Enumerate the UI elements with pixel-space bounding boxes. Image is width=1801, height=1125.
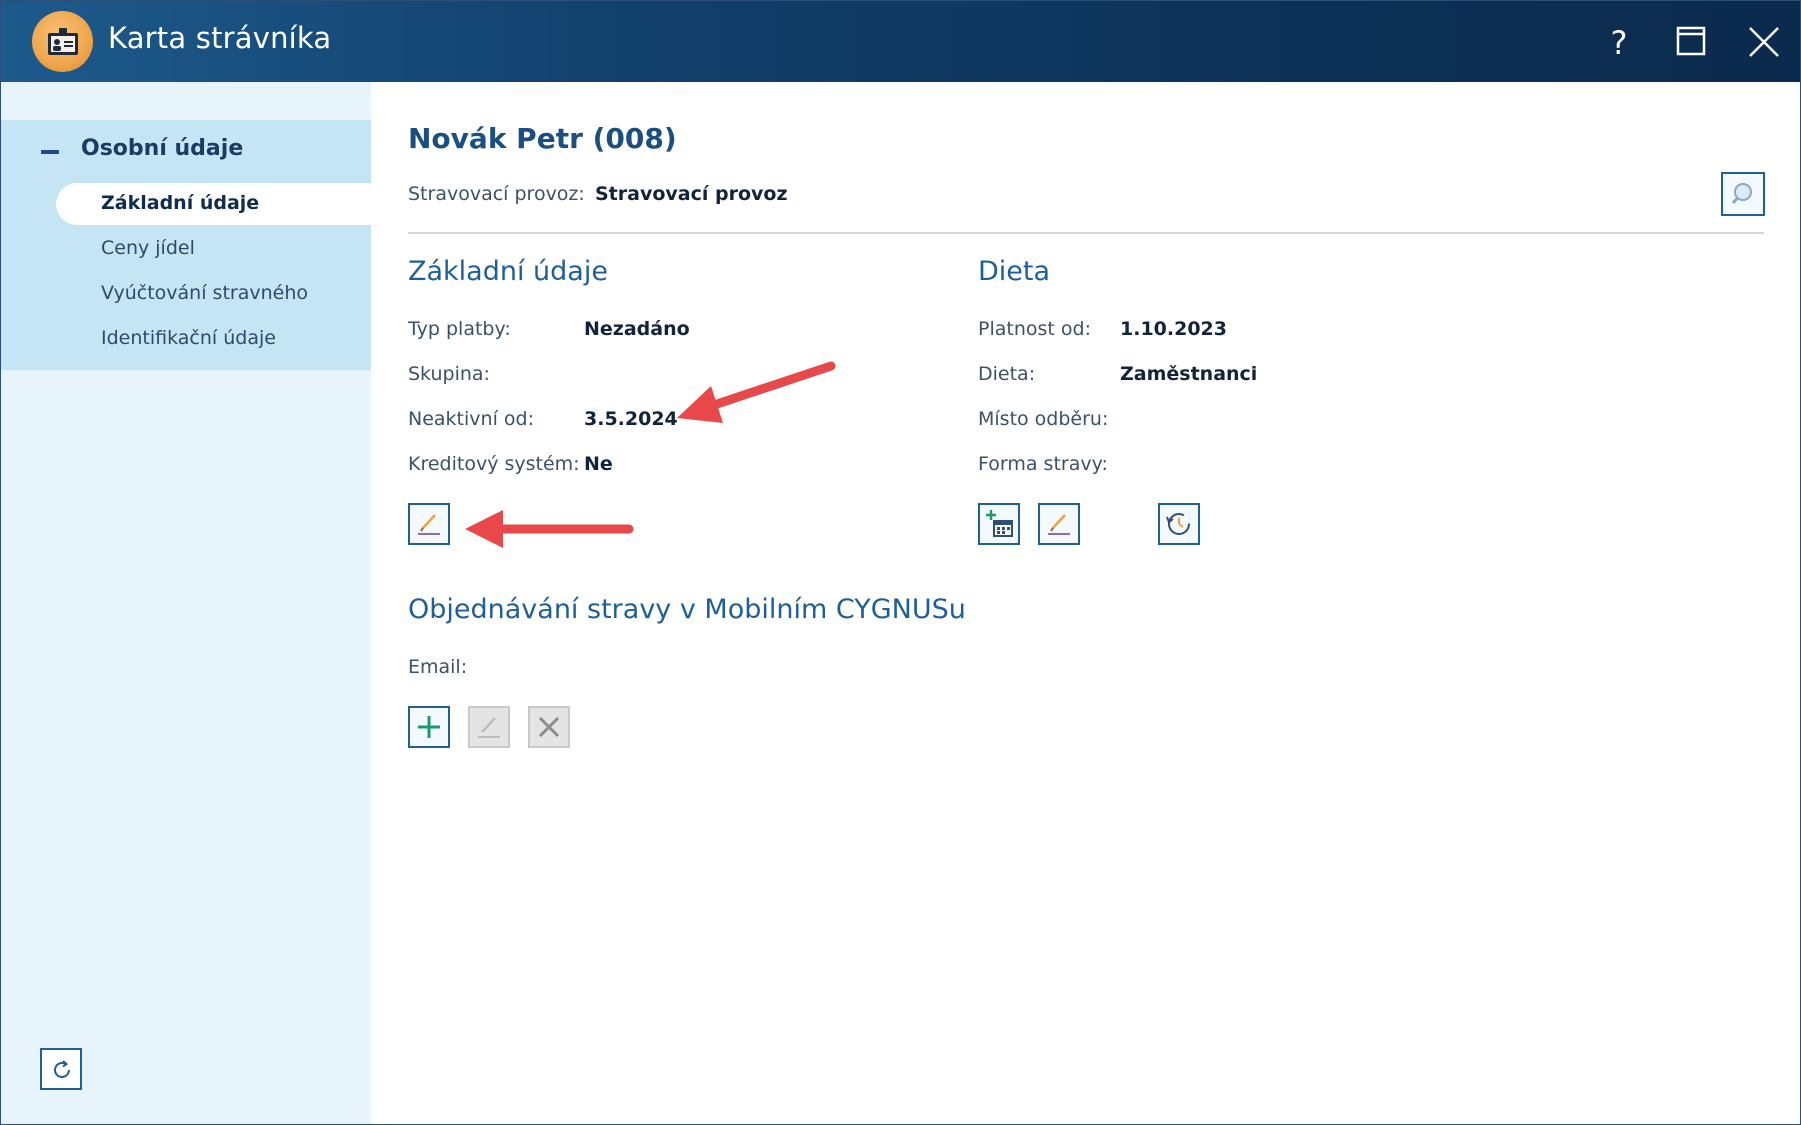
dieta-label: Dieta: [978,363,1036,385]
svg-text:?: ? [1611,24,1628,62]
search-button[interactable] [1721,172,1765,216]
sidebar-item-ceny-jidel[interactable]: Ceny jídel [56,228,371,270]
x-icon [538,716,560,738]
edit-email-button[interactable] [468,706,510,748]
email-label: Email: [408,656,468,678]
divider [408,232,1764,234]
edit-basic-button[interactable] [408,503,450,545]
sidebar-group-label: Osobní údaje [81,136,244,161]
pencil-icon [1048,514,1070,535]
pencil-icon [418,514,440,535]
platnost-od-label: Platnost od: [978,318,1091,340]
question-icon: ? [1611,24,1628,62]
sidebar-item-label: Ceny jídel [101,237,195,259]
close-button[interactable] [1741,19,1787,65]
mobile-section-title: Objednávání stravy v Mobilním CYGNUSu [408,594,966,625]
dieta-value: Zaměstnanci [1120,363,1258,385]
skupina-label: Skupina: [408,363,490,385]
forma-stravy-label: Forma stravy: [978,453,1108,475]
platnost-od-value: 1.10.2023 [1120,318,1227,340]
add-diet-button[interactable] [978,503,1020,545]
diet-section-title: Dieta [978,256,1051,287]
sidebar-item-identifikacni-udaje[interactable]: Identifikační údaje [56,318,371,360]
neaktivni-od-value: 3.5.2024 [584,408,678,430]
annotation-arrow-inactive-date [677,361,836,423]
neaktivni-od-label: Neaktivní od: [408,408,534,430]
add-email-button[interactable] [408,706,450,748]
pencil-icon [478,717,500,738]
sidebar-item-label: Identifikační údaje [101,327,276,349]
typ-platby-label: Typ platby: [408,318,511,340]
id-card-icon [32,11,93,72]
sidebar-group: Osobní údaje Základní údaje Ceny jídel V… [1,120,371,370]
basic-section-title: Základní údaje [408,256,608,287]
annotation-arrow-edit-button [465,510,634,548]
help-button[interactable]: ? [1596,19,1642,65]
refresh-button[interactable] [40,1048,82,1090]
calendar-add-icon [986,510,1013,537]
page-title: Novák Petr (008) [408,122,677,155]
close-icon [1749,27,1779,57]
misto-odberu-label: Místo odběru: [978,408,1109,430]
main-panel: Novák Petr (008) Stravovací provoz: Stra… [371,82,1800,1124]
sidebar-group-header[interactable]: Osobní údaje [1,120,371,184]
maximize-icon [1676,26,1706,56]
maximize-button[interactable] [1668,19,1714,65]
sidebar-item-label: Vyúčtování stravného [101,282,308,304]
plus-icon [418,716,440,738]
sidebar-item-vyuctovani-stravneho[interactable]: Vyúčtování stravného [56,273,371,315]
delete-email-button[interactable] [528,706,570,748]
sidebar-item-zakladni-udaje[interactable]: Základní údaje [56,183,371,225]
typ-platby-value: Nezadáno [584,318,690,340]
kreditovy-system-value: Ne [584,453,613,475]
sidebar-item-label: Základní údaje [101,192,260,214]
provoz-value: Stravovací provoz [595,183,788,205]
window: Karta strávníka ? Osobní údaje Základní … [0,0,1801,1125]
collapse-icon [41,150,59,154]
window-title: Karta strávníka [108,21,332,55]
search-icon [1731,183,1752,205]
diet-history-button[interactable] [1158,503,1200,545]
title-bar: Karta strávníka ? [1,1,1800,82]
provoz-label: Stravovací provoz: [408,183,585,205]
history-icon [1166,513,1190,535]
kreditovy-system-label: Kreditový systém: [408,453,580,475]
refresh-icon [54,1060,70,1078]
sidebar: Osobní údaje Základní údaje Ceny jídel V… [1,82,371,1124]
edit-diet-button[interactable] [1038,503,1080,545]
